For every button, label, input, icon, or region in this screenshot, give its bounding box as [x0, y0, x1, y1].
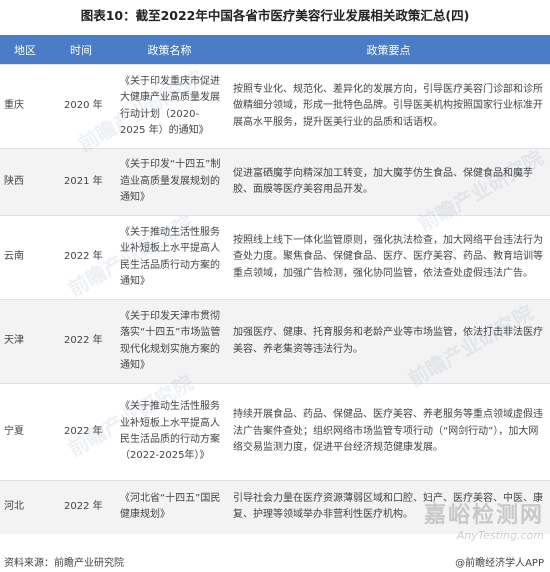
region-cell: 宁夏	[0, 383, 50, 481]
policy-name-cell: 《关于印发重庆市促进大健康产业高质量发展行动计划（2020-2025 年）的通知…	[112, 64, 227, 149]
policy-table: 地区 时间 政策名称 政策要点 重庆 2020 年 《关于印发重庆市促进大健康产…	[0, 35, 550, 534]
table-row: 河北 2022 年 《河北省“十四五”国民健康规划》 引导社会力量在医疗资源薄弱…	[0, 480, 550, 534]
region-cell: 重庆	[0, 64, 50, 149]
year-cell: 2021 年	[50, 148, 112, 216]
year-cell: 2022 年	[50, 215, 112, 300]
year-cell: 2022 年	[50, 299, 112, 384]
year-cell: 2022 年	[50, 480, 112, 534]
table-header-row: 地区 时间 政策名称 政策要点	[0, 35, 550, 65]
header-region: 地区	[0, 35, 50, 65]
region-cell: 陕西	[0, 148, 50, 216]
table-row: 重庆 2020 年 《关于印发重庆市促进大健康产业高质量发展行动计划（2020-…	[0, 64, 550, 149]
header-year: 时间	[50, 35, 112, 65]
table-row: 陕西 2021 年 《关于印发“十四五”制造业高质量发展规划的通知》 促进富硒魔…	[0, 148, 550, 216]
source-note: 资料来源：前瞻产业研究院	[4, 558, 124, 569]
policy-name-cell: 《关于印发天津市贯彻落实“十四五”市场监管现代化规划实施方案的通知》	[112, 299, 227, 384]
policy-points-cell: 按照线上线下一体化监管原则，强化执法检查，加大网络平台违法行为查处力度。聚焦食品…	[227, 215, 550, 300]
policy-name-cell: 《关于推动生活性服务业补短板上水平提高人民生活品质行动方案的通知》	[112, 215, 227, 300]
header-policy-name: 政策名称	[112, 35, 227, 65]
region-cell: 云南	[0, 215, 50, 300]
policy-name-cell: 《关于推动生活性服务业补短板上水平提高人民生活品质的行动方案（2022-2025…	[112, 383, 227, 481]
policy-name-cell: 《关于印发“十四五”制造业高质量发展规划的通知》	[112, 148, 227, 216]
header-policy-points: 政策要点	[227, 35, 550, 65]
table-row: 天津 2022 年 《关于印发天津市贯彻落实“十四五”市场监管现代化规划实施方案…	[0, 299, 550, 384]
table-row: 云南 2022 年 《关于推动生活性服务业补短板上水平提高人民生活品质行动方案的…	[0, 215, 550, 300]
policy-points-cell: 按照专业化、规范化、差异化的发展方向，引导医疗美容门诊部和诊所做精细分领域，形成…	[227, 64, 550, 149]
policy-points-cell: 加强医疗、健康、托育服务和老龄产业等市场监管，依法打击非法医疗美容、养老集资等违…	[227, 299, 550, 384]
brand-credit: @前瞻经济学人APP	[455, 558, 544, 569]
policy-points-cell: 引导社会力量在医疗资源薄弱区域和口腔、妇产、医疗美容、中医、康复、护理等领域举办…	[227, 480, 550, 534]
region-cell: 天津	[0, 299, 50, 384]
year-cell: 2020 年	[50, 64, 112, 149]
policy-points-cell: 促进富硒魔芋向精深加工转变，加大魔芋仿生食品、保健食品和魔芋胶、面膜等医疗美容用…	[227, 148, 550, 216]
page-title: 图表10：截至2022年中国各省市医疗美容行业发展相关政策汇总(四)	[80, 8, 470, 23]
policy-points-cell: 持续开展食品、药品、保健品、医疗美容、养老服务等重点领域虚假违法广告案件查处；组…	[227, 383, 550, 481]
region-cell: 河北	[0, 480, 50, 534]
table-row: 宁夏 2022 年 《关于推动生活性服务业补短板上水平提高人民生活品质的行动方案…	[0, 383, 550, 481]
policy-name-cell: 《河北省“十四五”国民健康规划》	[112, 480, 227, 534]
footer: 资料来源：前瞻产业研究院 @前瞻经济学人APP	[0, 552, 550, 572]
year-cell: 2022 年	[50, 383, 112, 481]
